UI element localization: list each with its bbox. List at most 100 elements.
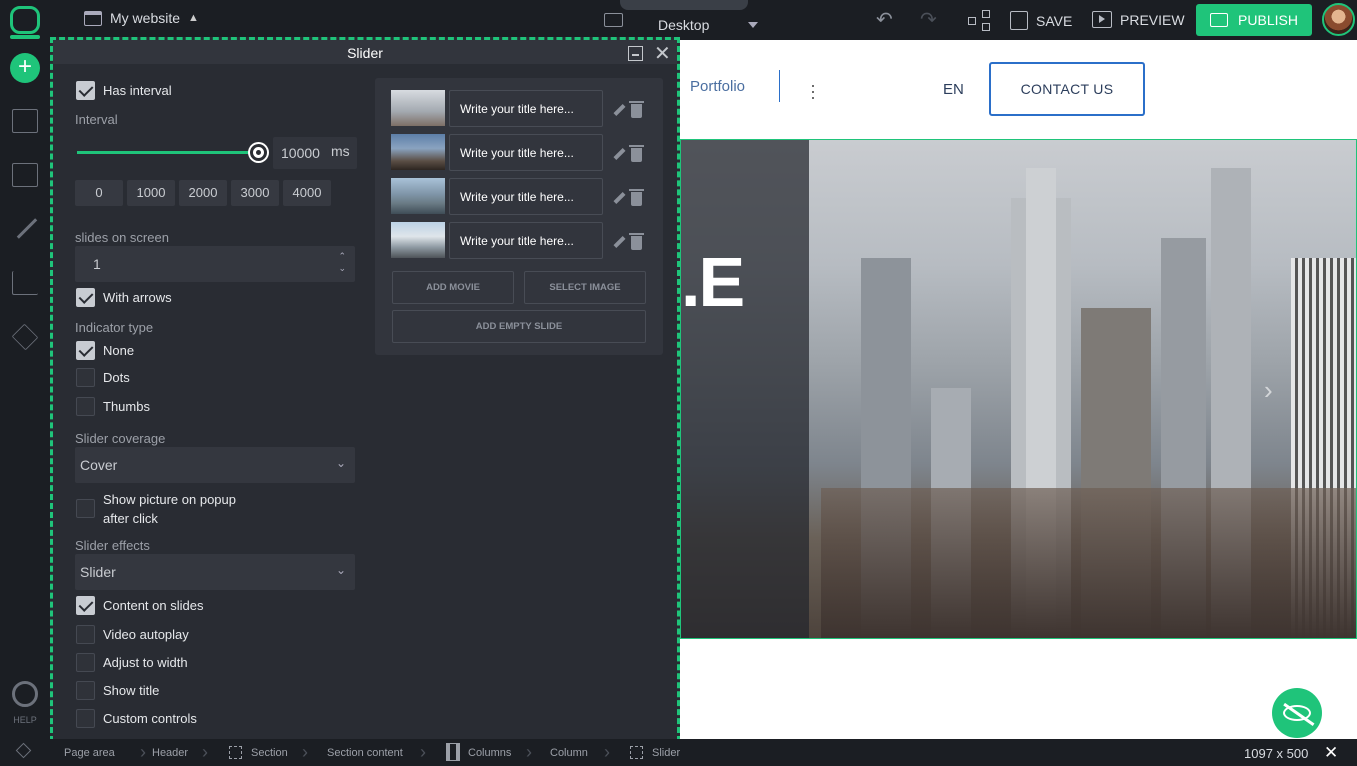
preset-2000-button[interactable]: 2000 (179, 180, 227, 206)
breadcrumb-separator: › (140, 742, 146, 762)
breadcrumb-bar: Page area › Header › Section › Section c… (0, 739, 1357, 766)
breadcrumb-slider[interactable]: Slider (652, 747, 680, 759)
indicator-dots-checkbox[interactable] (76, 368, 95, 387)
help-label: HELP (13, 715, 37, 725)
interval-slider-handle[interactable] (250, 144, 267, 161)
add-empty-slide-button[interactable]: ADD EMPTY SLIDE (392, 310, 646, 343)
pencil-icon[interactable] (611, 147, 625, 161)
has-interval-label: Has interval (103, 83, 172, 98)
device-tab-handle[interactable]: ⌃ (620, 0, 748, 10)
slider-effects-select[interactable]: Slider ⌄ (75, 554, 355, 590)
nav-link-portfolio[interactable]: Portfolio (690, 78, 745, 95)
video-autoplay-checkbox[interactable] (76, 625, 95, 644)
show-picture-popup-label: Show picture on popup after click (103, 490, 236, 528)
trash-icon[interactable] (629, 101, 644, 118)
pin-icon[interactable] (14, 742, 34, 763)
add-movie-button[interactable]: ADD MOVIE (392, 271, 514, 304)
slide-title-input[interactable]: Write your title here... (449, 134, 603, 171)
slides-list: Write your title here... Write your titl… (375, 78, 663, 355)
content-on-slides-checkbox[interactable] (76, 596, 95, 615)
hero-slider[interactable]: .E › (680, 139, 1357, 639)
slide-title-placeholder: Write your title here... (460, 234, 574, 248)
breadcrumb-columns[interactable]: Columns (468, 747, 511, 759)
help-button[interactable]: HELP (8, 681, 42, 725)
pencil-icon[interactable] (611, 235, 625, 249)
preset-3000-button[interactable]: 3000 (231, 180, 279, 206)
breadcrumb-column[interactable]: Column (550, 747, 588, 759)
brush-icon[interactable] (12, 217, 38, 241)
trash-icon[interactable] (629, 233, 644, 250)
undo-icon[interactable]: ↶ (876, 7, 893, 32)
desktop-monitor-icon[interactable] (604, 13, 623, 27)
save-button[interactable]: SAVE (1010, 11, 1072, 30)
publish-button[interactable]: PUBLISH (1196, 4, 1312, 36)
slide-title-input[interactable]: Write your title here... (449, 222, 603, 259)
slides-on-screen-label: slides on screen (75, 230, 169, 245)
add-element-button[interactable]: + (10, 53, 40, 83)
minimize-button[interactable] (628, 46, 643, 61)
preview-button[interactable]: PREVIEW (1092, 11, 1185, 28)
trash-icon[interactable] (629, 145, 644, 162)
breadcrumb-page-area[interactable]: Page area (64, 747, 115, 759)
columns-icon (446, 743, 460, 761)
breadcrumb-separator: › (202, 742, 208, 762)
user-avatar[interactable] (1322, 3, 1355, 36)
pencil-icon[interactable] (611, 191, 625, 205)
site-selector[interactable]: My website ▲ (84, 10, 199, 26)
custom-controls-checkbox[interactable] (76, 709, 95, 728)
slider-next-arrow-icon[interactable]: › (1264, 375, 1273, 406)
sitemap-icon[interactable] (968, 10, 992, 31)
panel-title: Slider (347, 45, 383, 61)
slide-thumbnail[interactable] (391, 134, 445, 170)
slides-on-screen-input[interactable]: 1 ⌃ ⌄ (75, 246, 355, 282)
more-vertical-icon[interactable]: · · · (810, 76, 816, 106)
has-interval-checkbox[interactable] (76, 81, 95, 100)
interval-slider-track[interactable] (77, 151, 260, 154)
adjust-to-width-label: Adjust to width (103, 655, 188, 670)
slides-on-screen-value: 1 (93, 256, 101, 272)
slide-thumbnail[interactable] (391, 90, 445, 126)
stepper-arrows-icon[interactable]: ⌃ ⌄ (338, 250, 346, 274)
visibility-toggle-button[interactable] (1272, 688, 1322, 738)
close-icon[interactable]: ✕ (654, 41, 671, 66)
pencil-icon[interactable] (611, 103, 625, 117)
content-on-slides-label: Content on slides (103, 598, 204, 613)
adjust-to-width-checkbox[interactable] (76, 653, 95, 672)
slide-thumbnail[interactable] (391, 178, 445, 214)
save-label: SAVE (1036, 12, 1073, 29)
with-arrows-checkbox[interactable] (76, 288, 95, 307)
preset-0-button[interactable]: 0 (75, 180, 123, 206)
browser-window-icon (84, 10, 102, 26)
pages-icon[interactable] (12, 109, 38, 133)
breadcrumb-separator: › (604, 742, 610, 762)
panel-header[interactable]: Slider ✕ (53, 40, 677, 66)
trash-icon[interactable] (629, 189, 644, 206)
slide-thumbnail[interactable] (391, 222, 445, 258)
breadcrumb-header[interactable]: Header (152, 747, 188, 759)
preset-4000-button[interactable]: 4000 (283, 180, 331, 206)
analytics-chart-icon[interactable] (12, 271, 38, 295)
slider-coverage-select[interactable]: Cover ⌄ (75, 447, 355, 483)
preset-1000-button[interactable]: 1000 (127, 180, 175, 206)
slide-title-input[interactable]: Write your title here... (449, 90, 603, 127)
language-switch[interactable]: EN (943, 81, 964, 98)
indicator-none-checkbox[interactable] (76, 341, 95, 360)
contact-us-button[interactable]: CONTACT US (989, 62, 1145, 116)
indicator-thumbs-checkbox[interactable] (76, 397, 95, 416)
show-picture-popup-checkbox[interactable] (76, 499, 95, 518)
slider-icon (630, 746, 643, 759)
slide-title-input[interactable]: Write your title here... (449, 178, 603, 215)
breadcrumb-section[interactable]: Section (251, 747, 288, 759)
hero-heading[interactable]: .E (681, 242, 745, 322)
editor-canvas[interactable]: Portfolio · · · EN CONTACT US .E › (680, 40, 1357, 739)
select-image-button[interactable]: SELECT IMAGE (524, 271, 646, 304)
interval-input[interactable]: 10000 ms (273, 137, 357, 169)
breadcrumb-section-content[interactable]: Section content (327, 747, 403, 759)
app-logo-icon[interactable] (10, 6, 40, 39)
device-selector[interactable]: ⌃ Desktop (600, 0, 780, 40)
show-title-checkbox[interactable] (76, 681, 95, 700)
redo-icon[interactable]: ↷ (920, 7, 937, 32)
site-title: My website (110, 10, 181, 26)
edit-icon[interactable] (12, 163, 38, 187)
close-icon[interactable]: ✕ (1324, 743, 1338, 763)
